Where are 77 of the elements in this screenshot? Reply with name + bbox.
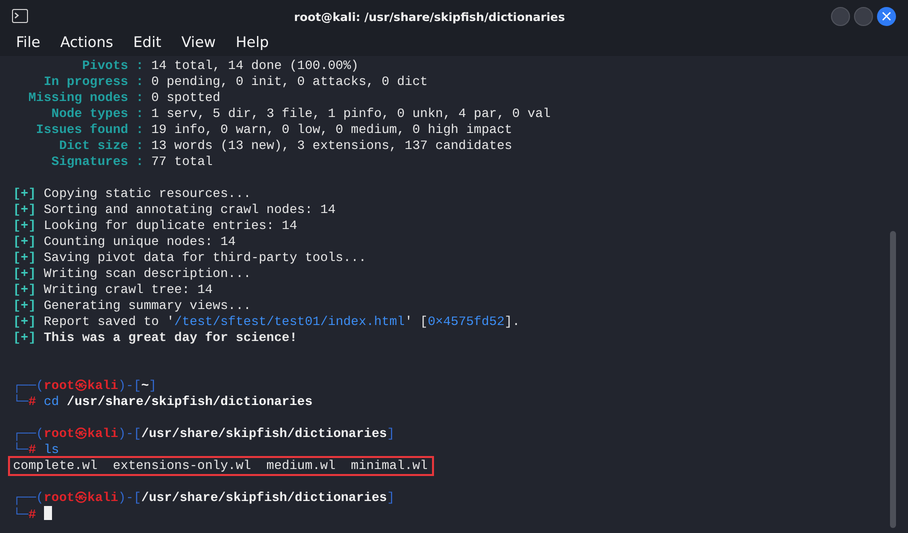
terminal-icon [12, 9, 28, 23]
stat-label: Dict size [58, 138, 128, 154]
prompt-bracket: )-[ [118, 490, 142, 505]
stat-label: Issues found [35, 122, 128, 138]
status-tag: [+] [13, 186, 36, 201]
stat-label: In progress [42, 74, 128, 90]
log-message: Looking for duplicate entries: 14 [44, 218, 298, 233]
prompt-corner: └─ [13, 442, 28, 457]
log-message: Report saved to '/test/sftest/test01/index.html' [0×4575fd52]. [44, 314, 520, 329]
log-message: Saving pivot data for third-party tools... [44, 250, 366, 265]
log-message: Writing crawl tree: 14 [44, 282, 213, 297]
colon: : [136, 74, 144, 89]
prompt-bracket: ┌──( [13, 378, 44, 393]
file-list-output: complete.wl extensions-only.wl medium.wl minimal.wl [10, 458, 432, 474]
status-tag: [+] [13, 282, 36, 297]
log-message: Generating summary views... [44, 298, 252, 313]
prompt-directory: /usr/share/skipfish/dictionaries [141, 490, 387, 505]
window-title: root@kali: /usr/share/skipfish/dictionaries [294, 10, 565, 24]
prompt-bracket: ] [386, 490, 395, 505]
stat-value: 0 spotted [151, 90, 220, 105]
log-message: Copying static resources... [44, 186, 252, 201]
prompt-bracket: ] [386, 426, 395, 441]
status-tag: [+] [13, 314, 36, 329]
prompt-bracket: ] [148, 378, 157, 393]
stat-value: 19 info, 0 warn, 0 low, 0 medium, 0 high impact [151, 122, 512, 137]
prompt-bracket: )-[ [118, 426, 142, 441]
prompt-user: root㉿kali [44, 490, 118, 505]
status-tag: [+] [13, 218, 36, 233]
prompt-directory: /usr/share/skipfish/dictionaries [141, 426, 387, 441]
stat-value: 13 words (13 new), 3 extensions, 137 candidates [151, 138, 512, 153]
log-message: Counting unique nodes: 14 [44, 234, 236, 249]
stat-label: Signatures [50, 154, 128, 170]
maximize-button[interactable] [854, 6, 873, 26]
menu-item[interactable]: Help [236, 33, 275, 55]
command: cd [44, 394, 60, 409]
close-button[interactable]: × [877, 6, 896, 26]
prompt-corner: └─ [13, 507, 28, 522]
command: ls [44, 442, 60, 457]
colon: : [136, 154, 144, 169]
log-message: Sorting and annotating crawl nodes: 14 [44, 202, 336, 217]
menu-item[interactable]: Actions [60, 33, 120, 55]
prompt-directory: ~ [141, 378, 149, 393]
stat-value: 14 total, 14 done (100.00%) [151, 58, 359, 73]
prompt-corner: └─ [13, 394, 28, 409]
stat-label: Pivots [81, 58, 128, 74]
menu-item[interactable]: File [16, 33, 46, 55]
minimize-button[interactable] [831, 6, 850, 26]
prompt-symbol: # [28, 442, 36, 457]
prompt-symbol: # [28, 507, 36, 522]
colon: : [136, 90, 144, 105]
stat-value: 77 total [151, 154, 213, 169]
prompt-user: root㉿kali [44, 378, 118, 393]
prompt-user: root㉿kali [44, 426, 118, 441]
prompt-bracket: )-[ [118, 378, 142, 393]
scrollbar[interactable] [890, 231, 896, 528]
log-message: This was a great day for science! [44, 330, 298, 345]
stat-label: Missing nodes [27, 90, 128, 106]
log-message: Writing scan description... [44, 266, 252, 281]
status-tag: [+] [13, 234, 36, 249]
colon: : [136, 58, 144, 73]
colon: : [136, 138, 144, 153]
stat-value: 0 pending, 0 init, 0 attacks, 0 dict [151, 74, 428, 89]
status-tag: [+] [13, 330, 36, 345]
stat-label: Node types [50, 106, 128, 122]
status-tag: [+] [13, 250, 36, 265]
status-tag: [+] [13, 266, 36, 281]
prompt-bracket: ┌──( [13, 426, 44, 441]
status-tag: [+] [13, 202, 36, 217]
stat-value: 1 serv, 5 dir, 3 file, 1 pinfo, 0 unkn, 4 par, 0 val [151, 106, 551, 121]
menu-item[interactable]: Edit [133, 33, 168, 55]
menu-item[interactable]: View [181, 33, 222, 55]
colon: : [136, 122, 144, 137]
prompt-bracket: ┌──( [13, 490, 44, 505]
command-argument: /usr/share/skipfish/dictionaries [66, 394, 313, 409]
colon: : [136, 106, 144, 121]
prompt-symbol: # [28, 394, 36, 409]
status-tag: [+] [13, 298, 36, 313]
